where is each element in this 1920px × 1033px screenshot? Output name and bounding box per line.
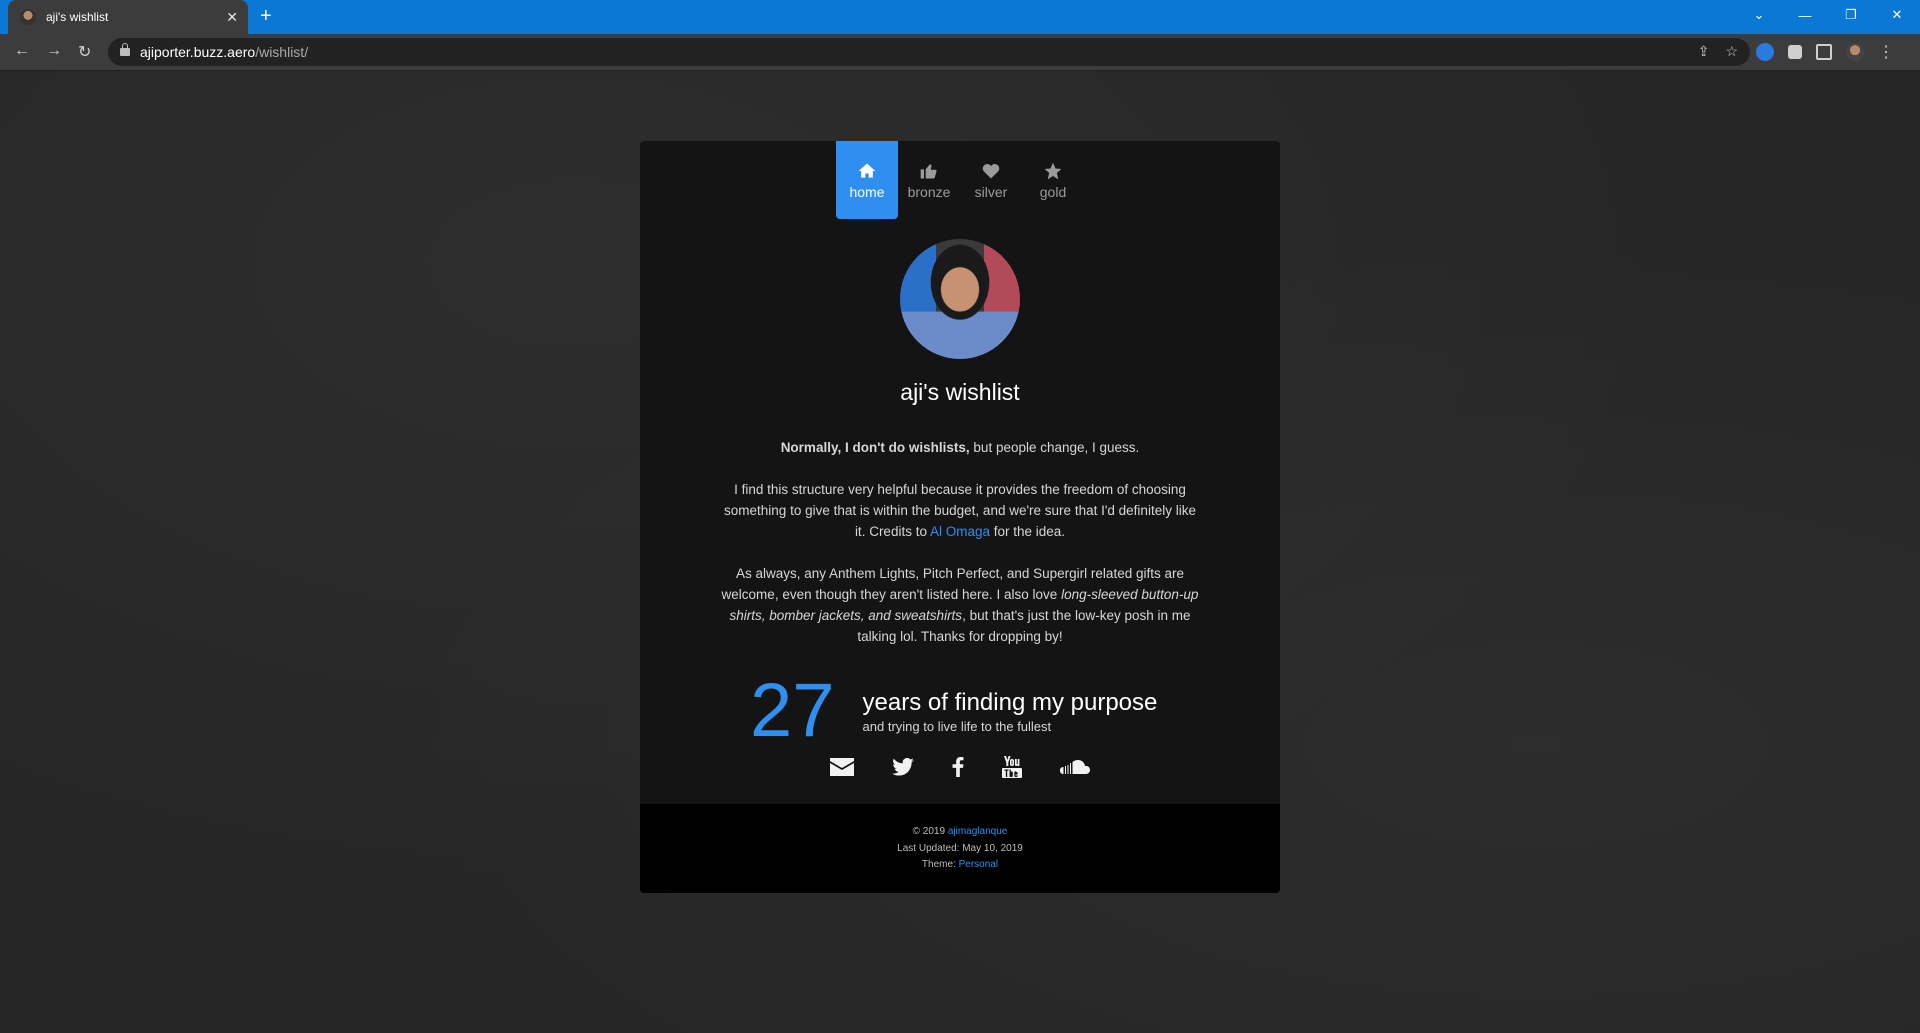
intro-paragraph-2: I find this structure very helpful becau… xyxy=(720,479,1200,542)
new-tab-button[interactable]: + xyxy=(260,5,272,28)
copyright-text: © 2019 xyxy=(912,826,948,837)
age-block: 27 years of finding my purpose and tryin… xyxy=(750,671,1157,751)
page-title: aji's wishlist xyxy=(900,379,1020,405)
reload-button[interactable]: ↻ xyxy=(78,42,91,62)
footer-updated: Last Updated: May 10, 2019 xyxy=(897,842,1023,854)
tab-close-icon[interactable]: ✕ xyxy=(226,9,238,26)
lock-icon[interactable] xyxy=(120,43,130,56)
footer: © 2019 ajimaglanque Last Updated: May 10… xyxy=(640,804,1280,893)
wishlist-card: home bronze silver gold aji's wishlist N… xyxy=(640,141,1280,893)
forward-button[interactable]: → xyxy=(46,42,62,60)
minimize-button[interactable]: — xyxy=(1782,8,1828,23)
profile-avatar-icon[interactable] xyxy=(1846,43,1864,61)
back-button[interactable]: ← xyxy=(14,42,30,60)
home-icon xyxy=(858,163,876,178)
share-icon[interactable]: ⇪ xyxy=(1698,43,1710,60)
youtube-icon[interactable] xyxy=(1002,753,1022,781)
window-controls: ⌄ — ❐ ✕ xyxy=(1736,0,1920,30)
address-bar[interactable]: ajiporter.buzz.aero/wishlist/ ⇪ ☆ xyxy=(108,38,1750,66)
age-title: years of finding my purpose xyxy=(862,688,1158,716)
theme-label: Theme: xyxy=(921,859,959,870)
twitter-icon[interactable] xyxy=(892,753,914,781)
nav-item-silver[interactable]: silver xyxy=(960,141,1022,219)
url-host: ajiporter.buzz.aero xyxy=(140,44,256,60)
url-text[interactable]: ajiporter.buzz.aero/wishlist/ xyxy=(140,44,308,60)
tab-favicon-icon xyxy=(20,9,36,25)
tab-title: aji's wishlist xyxy=(46,10,109,24)
nav-item-gold[interactable]: gold xyxy=(1022,141,1084,219)
puzzle-extensions-icon[interactable] xyxy=(1788,45,1802,59)
intro-paragraph-3: As always, any Anthem Lights, Pitch Perf… xyxy=(720,563,1200,647)
bookmark-star-icon[interactable]: ☆ xyxy=(1725,43,1738,60)
footer-theme: Theme: Personal xyxy=(640,857,1280,874)
intro-text-span: for the idea. xyxy=(990,524,1066,539)
envelope-icon[interactable] xyxy=(830,753,854,781)
nav-label: gold xyxy=(1039,183,1067,200)
main-nav: home bronze silver gold xyxy=(640,141,1280,219)
nav-label: silver xyxy=(974,183,1008,200)
nav-item-home[interactable]: home xyxy=(836,141,898,219)
facebook-icon[interactable] xyxy=(952,753,964,781)
age-caption: years of finding my purpose and trying t… xyxy=(863,689,1158,734)
theme-link[interactable]: Personal xyxy=(959,859,998,870)
omnibox-actions: ⇪ ☆ xyxy=(1698,43,1738,60)
close-window-button[interactable]: ✕ xyxy=(1874,7,1920,23)
nav-label: bronze xyxy=(907,183,951,200)
age-subtitle: and trying to live life to the fullest xyxy=(862,718,1052,734)
nav-label: home xyxy=(849,183,885,200)
avatar xyxy=(900,239,1020,359)
browser-titlebar: aji's wishlist ✕ + ⌄ — ❐ ✕ xyxy=(0,0,1920,34)
intro-paragraph-1: Normally, I don't do wishlists, but peop… xyxy=(720,437,1200,458)
star-icon xyxy=(1044,162,1062,179)
tab-search-button[interactable]: ⌄ xyxy=(1736,7,1782,23)
extension-area: ⋮ xyxy=(1756,42,1894,62)
heart-icon xyxy=(982,163,1000,178)
restore-button[interactable]: ❐ xyxy=(1828,7,1874,23)
soundcloud-icon[interactable] xyxy=(1060,753,1090,781)
intro-bold: Normally, I don't do wishlists, xyxy=(780,440,970,455)
author-link[interactable]: ajimaglanque xyxy=(948,826,1008,837)
browser-toolbar: ← → ↻ ajiporter.buzz.aero/wishlist/ ⇪ ☆ … xyxy=(0,34,1920,71)
thumbs-up-icon xyxy=(920,163,937,178)
social-links xyxy=(640,753,1280,781)
nav-item-bronze[interactable]: bronze xyxy=(898,141,960,219)
side-panel-icon[interactable] xyxy=(1816,44,1832,60)
age-number: 27 xyxy=(750,668,835,753)
intro-text-span: but people change, I guess. xyxy=(969,440,1140,455)
page-background: home bronze silver gold aji's wishlist N… xyxy=(0,71,1920,1033)
extension-icon[interactable] xyxy=(1756,43,1774,61)
url-path: /wishlist/ xyxy=(255,44,309,60)
browser-menu-icon[interactable]: ⋮ xyxy=(1878,42,1894,62)
footer-copyright: © 2019 ajimaglanque xyxy=(640,824,1280,841)
browser-tab[interactable]: aji's wishlist ✕ xyxy=(8,0,248,34)
credits-link[interactable]: Al Omaga xyxy=(930,524,990,539)
intro-text: Normally, I don't do wishlists, but peop… xyxy=(720,437,1200,668)
